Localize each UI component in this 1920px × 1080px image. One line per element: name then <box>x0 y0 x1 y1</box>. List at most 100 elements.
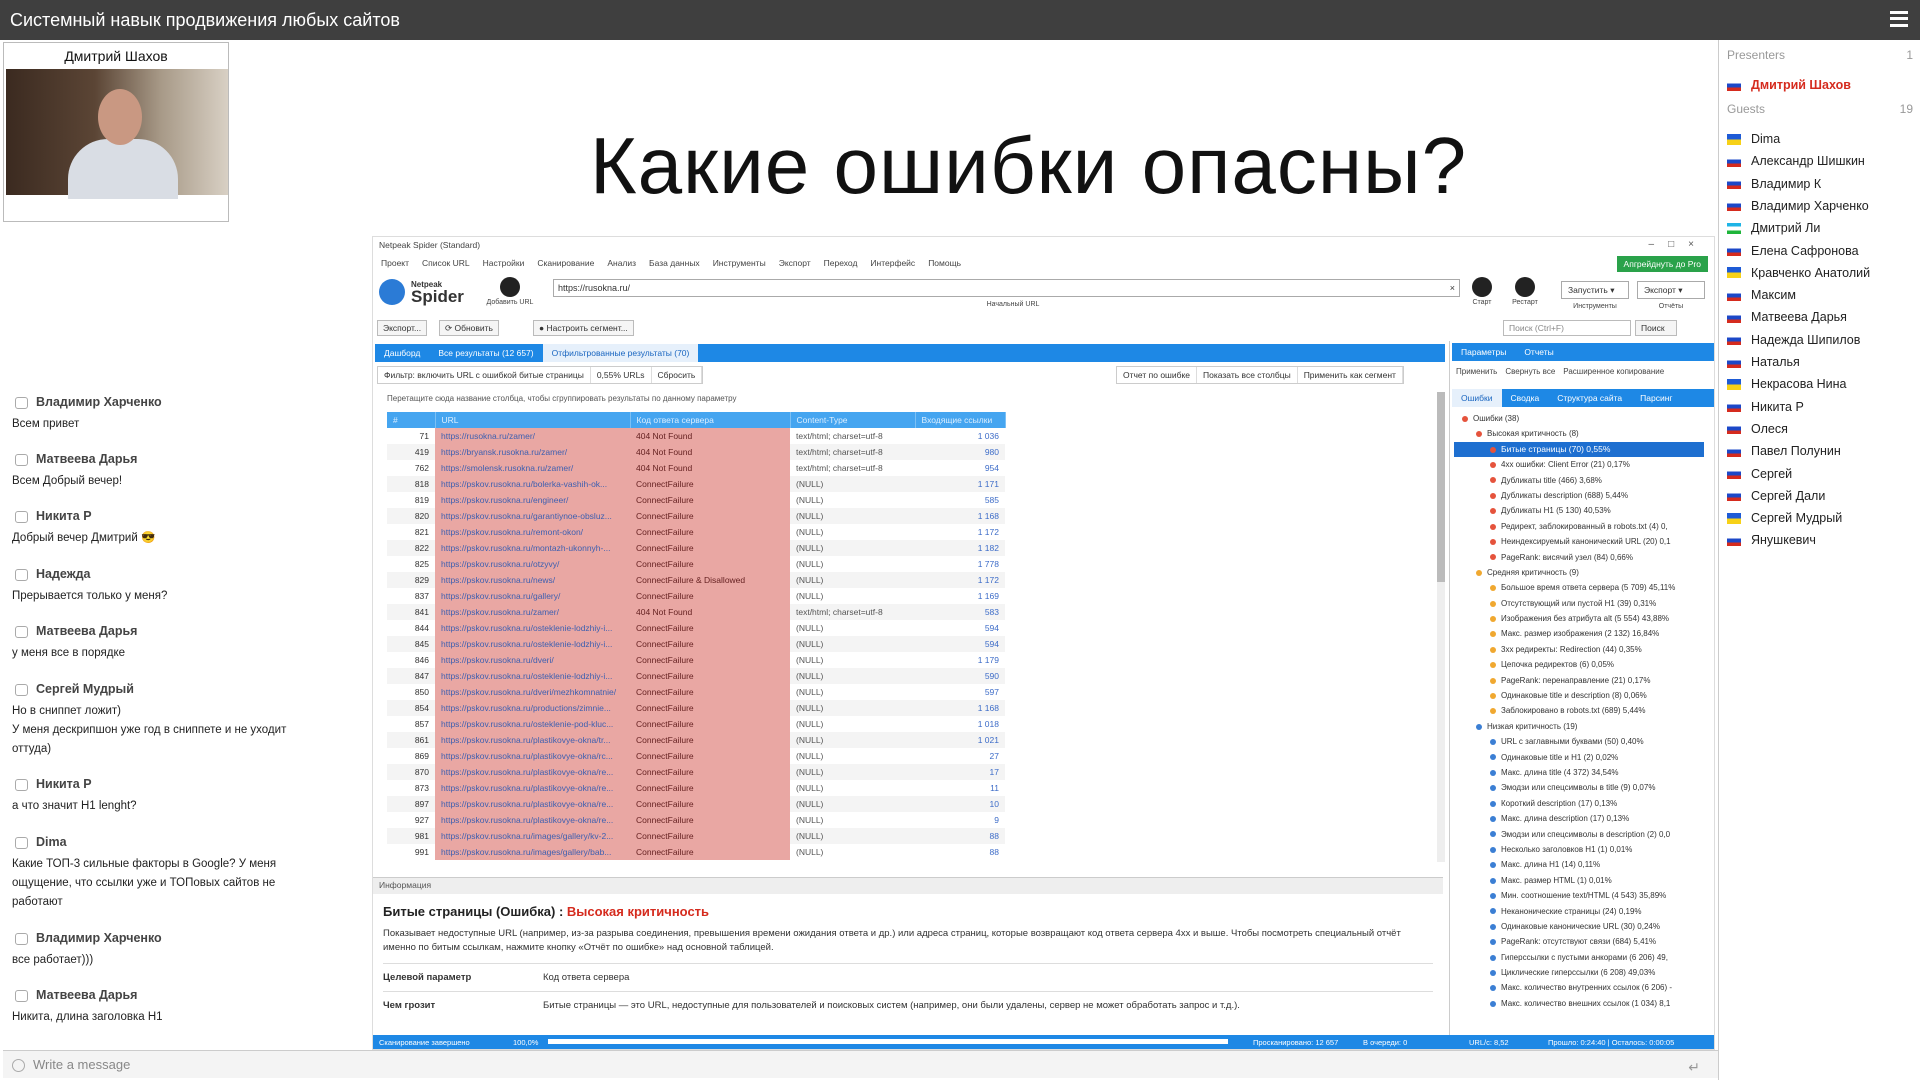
guest-item[interactable]: Наталья <box>1727 355 1800 369</box>
column-header[interactable]: Content-Type <box>790 412 916 428</box>
table-row[interactable]: 873 https://pskov.rusokna.ru/plastikovye-… <box>387 780 1005 796</box>
tree-item[interactable]: PageRank: отсутствуют связи (684) 5,41% <box>1454 934 1704 949</box>
restart-button[interactable]: Рестарт <box>1507 277 1543 306</box>
tree-item[interactable]: PageRank: перенаправление (21) 0,17% <box>1454 673 1704 688</box>
table-row[interactable]: 822 https://pskov.rusokna.ru/montazh-ukon… <box>387 540 1005 556</box>
tree-item[interactable]: Одинаковые title и description (8) 0,06% <box>1454 688 1704 703</box>
table-row[interactable]: 821 https://pskov.rusokna.ru/remont-okon/… <box>387 524 1005 540</box>
table-row[interactable]: 845 https://pskov.rusokna.ru/osteklenie-l… <box>387 636 1005 652</box>
menu-item[interactable]: Инструменты <box>713 258 766 268</box>
table-row[interactable]: 829 https://pskov.rusokna.ru/news/Connect… <box>387 572 1005 588</box>
tree-item[interactable]: Изображения без атрибута alt (5 554) 43,… <box>1454 611 1704 626</box>
guest-item[interactable]: Сергей Мудрый <box>1727 511 1842 525</box>
filter-action-button[interactable]: Показать все столбцы <box>1197 367 1298 383</box>
table-row[interactable]: 819 https://pskov.rusokna.ru/engineer/Con… <box>387 492 1005 508</box>
tree-item[interactable]: Одинаковые канонические URL (30) 0,24% <box>1454 919 1704 934</box>
guest-item[interactable]: Максим <box>1727 288 1796 302</box>
results-tab[interactable]: Дашборд <box>375 344 429 362</box>
right-subtab[interactable]: Ошибки <box>1452 389 1502 407</box>
table-row[interactable]: 854 https://pskov.rusokna.ru/productions/… <box>387 700 1005 716</box>
tree-item[interactable]: Редирект, заблокированный в robots.txt (… <box>1454 519 1704 534</box>
tree-item[interactable]: 3xx редиректы: Redirection (44) 0,35% <box>1454 642 1704 657</box>
column-header[interactable]: URL <box>435 412 631 428</box>
tree-item[interactable]: Низкая критичность (19) <box>1454 719 1704 734</box>
search-input[interactable]: Поиск (Ctrl+F) <box>1503 320 1631 336</box>
table-row[interactable]: 71 https://rusokna.ru/zamer/404 Not Found… <box>387 428 1005 444</box>
table-row[interactable]: 818 https://pskov.rusokna.ru/bolerka-vash… <box>387 476 1005 492</box>
tree-item[interactable]: Одинаковые title и H1 (2) 0,02% <box>1454 750 1704 765</box>
export-button[interactable]: Экспорт... <box>377 320 428 336</box>
tree-item[interactable]: Макс. размер HTML (1) 0,01% <box>1454 873 1704 888</box>
refresh-button[interactable]: ⟳ Обновить <box>439 320 499 336</box>
table-row[interactable]: 837 https://pskov.rusokna.ru/gallery/Conn… <box>387 588 1005 604</box>
results-tab[interactable]: Все результаты (12 657) <box>429 344 542 362</box>
menu-item[interactable]: Помощь <box>928 258 961 268</box>
tree-item[interactable]: Дубликаты description (688) 5,44% <box>1454 488 1704 503</box>
right-subtab[interactable]: Сводка <box>1502 389 1549 407</box>
menu-item[interactable]: Настройки <box>483 258 525 268</box>
send-icon[interactable]: ↵ <box>1688 1059 1700 1076</box>
column-header[interactable]: # <box>387 412 436 428</box>
right-tab[interactable]: Отчеты <box>1515 343 1562 361</box>
window-controls[interactable]: –□× <box>1649 239 1708 250</box>
column-header[interactable]: Код ответа сервера <box>630 412 791 428</box>
search-button[interactable]: Поиск <box>1635 320 1677 336</box>
tree-item[interactable]: Неканонические страницы (24) 0,19% <box>1454 904 1704 919</box>
tree-item[interactable]: Средняя критичность (9) <box>1454 565 1704 580</box>
table-row[interactable]: 991 https://pskov.rusokna.ru/images/galle… <box>387 844 1005 860</box>
guest-item[interactable]: Dima <box>1727 132 1780 146</box>
right-action[interactable]: Свернуть все <box>1505 367 1555 376</box>
table-row[interactable]: 762 https://smolensk.rusokna.ru/zamer/404… <box>387 460 1005 476</box>
chat-input[interactable]: Write a message ↵ <box>3 1050 1718 1078</box>
tree-item[interactable]: 4xx ошибки: Client Error (21) 0,17% <box>1454 457 1704 472</box>
right-subtab[interactable]: Парсинг <box>1631 389 1681 407</box>
filter-item[interactable]: Сбросить <box>652 367 703 383</box>
guest-item[interactable]: Павел Полунин <box>1727 444 1841 458</box>
table-scrollbar[interactable] <box>1437 392 1445 862</box>
tree-item[interactable]: Заблокировано в robots.txt (689) 5,44% <box>1454 703 1704 718</box>
guest-item[interactable]: Надежда Шипилов <box>1727 333 1860 347</box>
tree-item[interactable]: Эмодзи или спецсимволы в title (9) 0,07% <box>1454 780 1704 795</box>
guest-item[interactable]: Владимир К <box>1727 177 1821 191</box>
tree-item[interactable]: Макс. количество внутренних ссылок (6 20… <box>1454 980 1704 995</box>
menu-item[interactable]: Сканирование <box>537 258 594 268</box>
guest-item[interactable]: Кравченко Анатолий <box>1727 266 1870 280</box>
tree-item[interactable]: URL с заглавными буквами (50) 0,40% <box>1454 734 1704 749</box>
table-row[interactable]: 857 https://pskov.rusokna.ru/osteklenie-p… <box>387 716 1005 732</box>
guest-item[interactable]: Сергей <box>1727 467 1792 481</box>
start-button[interactable]: Старт <box>1465 277 1499 306</box>
tree-item[interactable]: Макс. длина title (4 372) 34,54% <box>1454 765 1704 780</box>
menu-item[interactable]: Анализ <box>607 258 636 268</box>
tree-item[interactable]: Дубликаты H1 (5 130) 40,53% <box>1454 503 1704 518</box>
presenter-item[interactable]: Дмитрий Шахов <box>1727 78 1851 92</box>
upgrade-button[interactable]: Апгрейднуть до Pro <box>1616 256 1708 272</box>
tree-item[interactable]: Неиндексируемый канонический URL (20) 0,… <box>1454 534 1704 549</box>
right-action[interactable]: Применить <box>1456 367 1497 376</box>
add-url-button[interactable]: Добавить URL <box>485 277 535 306</box>
emoji-icon[interactable] <box>12 1059 25 1072</box>
tools-select[interactable]: Запустить ▾ <box>1561 281 1629 299</box>
segment-button[interactable]: ● Настроить сегмент... <box>533 320 634 336</box>
tree-item[interactable]: Ошибки (38) <box>1454 411 1704 426</box>
column-header[interactable]: Входящие ссылки <box>915 412 1006 428</box>
guest-item[interactable]: Александр Шишкин <box>1727 154 1865 168</box>
guest-item[interactable]: Некрасова Нина <box>1727 377 1846 391</box>
table-row[interactable]: 981 https://pskov.rusokna.ru/images/galle… <box>387 828 1005 844</box>
guest-item[interactable]: Матвеева Дарья <box>1727 310 1847 324</box>
export-select[interactable]: Экспорт ▾ <box>1637 281 1705 299</box>
tree-item[interactable]: Отсутствующий или пустой H1 (39) 0,31% <box>1454 596 1704 611</box>
tree-item[interactable]: Высокая критичность (8) <box>1454 426 1704 441</box>
table-row[interactable]: 846 https://pskov.rusokna.ru/dveri/Connec… <box>387 652 1005 668</box>
hamburger-menu-icon[interactable] <box>1890 9 1908 29</box>
tree-item[interactable]: Гиперссылки с пустыми анкорами (6 206) 4… <box>1454 950 1704 965</box>
table-row[interactable]: 897 https://pskov.rusokna.ru/plastikovye-… <box>387 796 1005 812</box>
url-input[interactable]: https://rusokna.ru/× <box>553 279 1460 297</box>
guest-item[interactable]: Никита Р <box>1727 400 1804 414</box>
guest-item[interactable]: Олеся <box>1727 422 1788 436</box>
table-row[interactable]: 844 https://pskov.rusokna.ru/osteklenie-l… <box>387 620 1005 636</box>
table-row[interactable]: 847 https://pskov.rusokna.ru/osteklenie-l… <box>387 668 1005 684</box>
tree-item[interactable]: Битые страницы (70) 0,55% <box>1454 441 1704 458</box>
menu-item[interactable]: Переход <box>824 258 858 268</box>
tree-item[interactable]: Цепочка редиректов (6) 0,05% <box>1454 657 1704 672</box>
menu-item[interactable]: Интерфейс <box>870 258 915 268</box>
